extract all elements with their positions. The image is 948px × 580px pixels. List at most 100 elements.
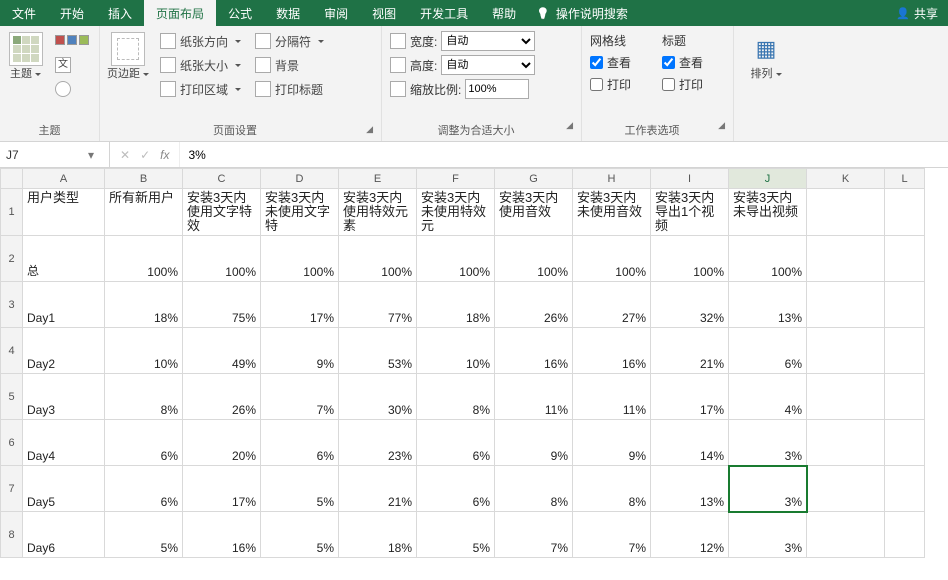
theme-colors-button[interactable] (51, 30, 93, 52)
gridlines-print-check[interactable]: 打印 (588, 74, 654, 94)
cell[interactable]: 所有新用户 (105, 189, 183, 236)
cell[interactable]: 9% (261, 328, 339, 374)
cell[interactable]: 100% (417, 236, 495, 282)
cell[interactable]: 7% (495, 512, 573, 558)
tab-formulas[interactable]: 公式 (216, 0, 264, 26)
cell[interactable] (885, 374, 925, 420)
name-box-dropdown[interactable]: ▾ (82, 148, 100, 162)
col-header[interactable]: C (183, 169, 261, 189)
cell[interactable]: 5% (261, 466, 339, 512)
cell[interactable]: 30% (339, 374, 417, 420)
col-header[interactable]: I (651, 169, 729, 189)
cell[interactable]: 16% (183, 512, 261, 558)
cell[interactable]: 5% (105, 512, 183, 558)
theme-fonts-button[interactable]: 文 (51, 54, 93, 76)
col-header[interactable]: B (105, 169, 183, 189)
tab-data[interactable]: 数据 (264, 0, 312, 26)
background-button[interactable]: 背景 (251, 54, 328, 76)
cell[interactable] (807, 466, 885, 512)
cell[interactable]: 13% (729, 282, 807, 328)
cell[interactable] (807, 282, 885, 328)
gridlines-view-check[interactable]: 查看 (588, 52, 654, 72)
tab-view[interactable]: 视图 (360, 0, 408, 26)
cell[interactable]: 安装3天内使用特效元素 (339, 189, 417, 236)
cell[interactable]: 26% (183, 374, 261, 420)
row-header[interactable]: 4 (1, 328, 23, 374)
cell[interactable]: 32% (651, 282, 729, 328)
cell[interactable]: 12% (651, 512, 729, 558)
tab-file[interactable]: 文件 (0, 0, 48, 26)
cell[interactable]: 8% (495, 466, 573, 512)
cell[interactable]: Day6 (23, 512, 105, 558)
cell[interactable]: 16% (573, 328, 651, 374)
cell[interactable]: 100% (729, 236, 807, 282)
cell[interactable]: 安装3天内未使用特效元 (417, 189, 495, 236)
cell[interactable]: 6% (729, 328, 807, 374)
cell[interactable]: 6% (105, 466, 183, 512)
cell[interactable]: 总 (23, 236, 105, 282)
cell[interactable]: 53% (339, 328, 417, 374)
scale-percent-input[interactable] (465, 79, 529, 99)
cell[interactable]: 7% (261, 374, 339, 420)
col-header[interactable]: F (417, 169, 495, 189)
cell[interactable]: 9% (573, 420, 651, 466)
select-all-corner[interactable] (1, 169, 23, 189)
print-titles-button[interactable]: 打印标题 (251, 78, 328, 100)
cell[interactable]: 13% (651, 466, 729, 512)
cell[interactable] (885, 236, 925, 282)
cell[interactable] (807, 420, 885, 466)
tab-home[interactable]: 开始 (48, 0, 96, 26)
orientation-button[interactable]: 纸张方向 (156, 30, 245, 52)
formula-input[interactable] (180, 148, 948, 162)
scale-width-select[interactable]: 自动 (441, 31, 535, 51)
row-header[interactable]: 6 (1, 420, 23, 466)
col-header[interactable]: H (573, 169, 651, 189)
cell[interactable]: 3% (729, 420, 807, 466)
cell[interactable]: 6% (261, 420, 339, 466)
cell[interactable]: 8% (417, 374, 495, 420)
cell[interactable]: 安装3天内未使用文字特 (261, 189, 339, 236)
row-header[interactable]: 2 (1, 236, 23, 282)
tab-developer[interactable]: 开发工具 (408, 0, 480, 26)
cell[interactable]: 17% (183, 466, 261, 512)
cell[interactable]: Day5 (23, 466, 105, 512)
cell[interactable]: 安装3天内导出1个视频 (651, 189, 729, 236)
cell[interactable]: 17% (261, 282, 339, 328)
row-header[interactable]: 8 (1, 512, 23, 558)
row-header[interactable]: 3 (1, 282, 23, 328)
cell[interactable]: 11% (573, 374, 651, 420)
cell[interactable] (807, 328, 885, 374)
cell[interactable]: 5% (261, 512, 339, 558)
enter-icon[interactable]: ✓ (140, 148, 150, 162)
tell-me-search[interactable]: 操作说明搜索 (528, 0, 636, 26)
cell[interactable]: 100% (183, 236, 261, 282)
cell[interactable] (807, 236, 885, 282)
col-header[interactable]: J (729, 169, 807, 189)
cell[interactable]: 安装3天内未使用音效 (573, 189, 651, 236)
row-header[interactable]: 7 (1, 466, 23, 512)
cell[interactable]: 23% (339, 420, 417, 466)
tab-help[interactable]: 帮助 (480, 0, 528, 26)
page-setup-launcher[interactable]: ◢ (366, 124, 377, 135)
cell[interactable]: 6% (105, 420, 183, 466)
cell[interactable]: 18% (417, 282, 495, 328)
cell[interactable]: 26% (495, 282, 573, 328)
cell[interactable]: 100% (339, 236, 417, 282)
cell[interactable] (885, 328, 925, 374)
gridlines-print-checkbox[interactable] (590, 78, 603, 91)
cell[interactable]: 20% (183, 420, 261, 466)
cell[interactable]: 77% (339, 282, 417, 328)
cancel-icon[interactable]: ✕ (120, 148, 130, 162)
print-area-button[interactable]: 打印区域 (156, 78, 245, 100)
cell[interactable]: 14% (651, 420, 729, 466)
col-header[interactable]: L (885, 169, 925, 189)
cell[interactable]: Day4 (23, 420, 105, 466)
headings-view-checkbox[interactable] (662, 56, 675, 69)
cell[interactable]: Day1 (23, 282, 105, 328)
cell[interactable]: 11% (495, 374, 573, 420)
cell[interactable] (885, 282, 925, 328)
cell[interactable]: 100% (105, 236, 183, 282)
worksheet[interactable]: A B C D E F G H I J K L 1用户类型所有新用户安装3天内使… (0, 168, 948, 580)
cell[interactable]: 49% (183, 328, 261, 374)
col-header[interactable]: A (23, 169, 105, 189)
